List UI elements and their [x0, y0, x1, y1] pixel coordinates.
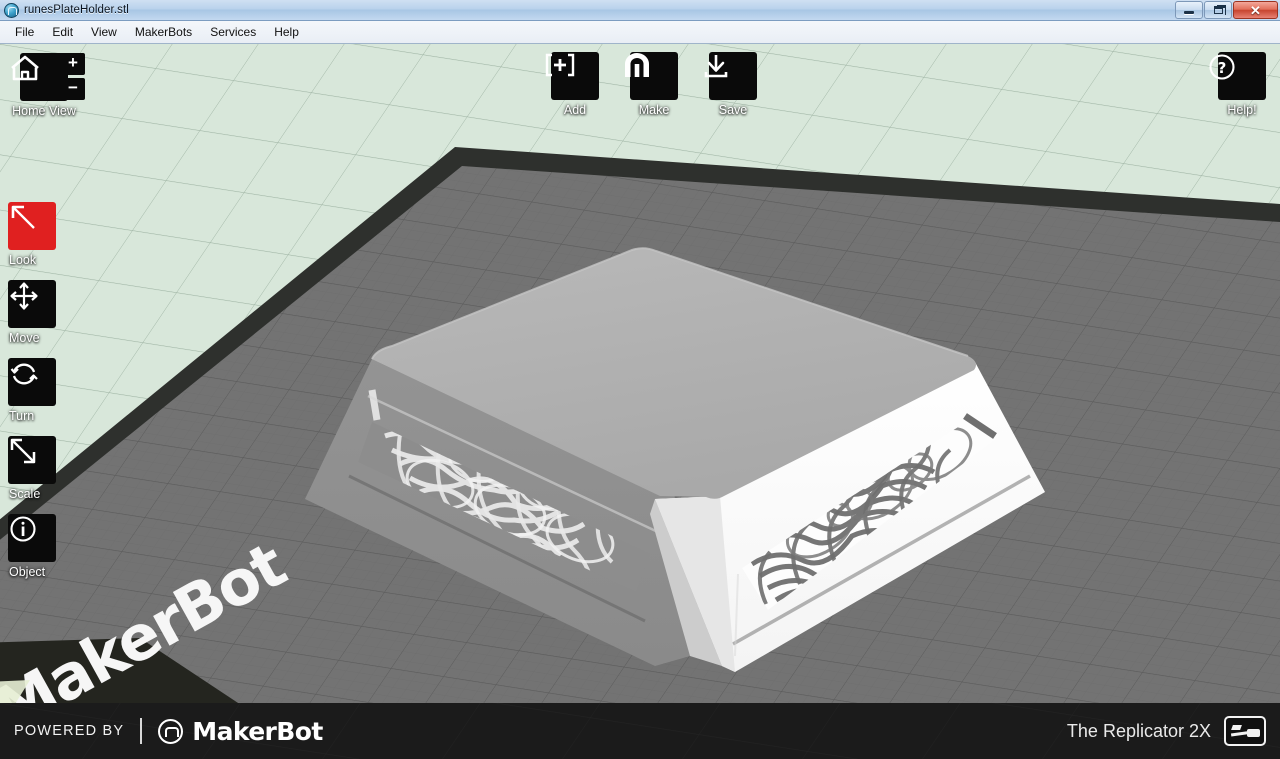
makerbot-circle-logo-icon [4, 2, 19, 18]
zoom-controls: + − [61, 53, 85, 100]
add-button[interactable]: Add [543, 52, 607, 117]
tool-move[interactable]: Move [8, 280, 60, 345]
scene-3d: MakerBot [0, 44, 1280, 703]
title-bar-left: runesPlateHolder.stl [0, 2, 129, 18]
makerbot-circle-m-icon [158, 718, 184, 744]
save-button[interactable]: Save [701, 52, 765, 117]
printer-name-label: The Replicator 2X [1066, 720, 1211, 741]
look-label: Look [9, 253, 37, 267]
turn-label: Turn [9, 409, 35, 423]
add-box[interactable] [545, 52, 599, 100]
divider [140, 718, 143, 744]
close-icon: ✕ [1250, 2, 1261, 18]
help-button[interactable]: ? Help! [1207, 52, 1277, 117]
tool-rail: Look Move Turn Scale Object [8, 202, 60, 592]
home-icon [11, 55, 39, 81]
top-toolbar: Add Make Save [543, 52, 765, 117]
scale-box[interactable] [8, 436, 56, 484]
object-label: Object [9, 565, 46, 579]
status-bar: POWERED BY MakerBot The Replicator 2X [0, 703, 1280, 759]
zoom-in-button[interactable]: + [61, 53, 85, 75]
build-plate-viewport[interactable]: MakerBot Home View + − Add Make Save ? H… [0, 44, 1280, 703]
status-bar-left: POWERED BY MakerBot [14, 717, 323, 746]
question-circle-icon: ? [1209, 54, 1235, 80]
minimize-button[interactable] [1175, 1, 1203, 19]
zoom-out-button[interactable]: − [61, 78, 85, 100]
look-arrow-icon [11, 205, 35, 229]
window-title: runesPlateHolder.stl [24, 4, 129, 16]
restore-icon [1213, 4, 1226, 15]
minimize-icon [1184, 11, 1194, 14]
tool-look[interactable]: Look [8, 202, 60, 267]
makerbot-wordmark: MakerBot [192, 716, 323, 746]
turn-box[interactable] [8, 358, 56, 406]
home-view-label: Home View [12, 104, 76, 118]
menu-item-edit[interactable]: Edit [43, 22, 82, 42]
scale-label: Scale [9, 487, 41, 501]
menu-bar: File Edit View MakerBots Services Help [0, 21, 1280, 44]
tool-object[interactable]: Object [8, 514, 60, 579]
powered-by-label: POWERED BY [14, 723, 125, 739]
tool-scale[interactable]: Scale [8, 436, 60, 501]
make-box[interactable] [625, 52, 678, 100]
save-box[interactable] [704, 52, 757, 100]
object-box[interactable] [8, 514, 56, 562]
menu-item-help[interactable]: Help [265, 22, 308, 42]
add-bracket-plus-icon [545, 53, 575, 77]
help-box[interactable]: ? [1209, 52, 1266, 100]
makerbot-m-icon [625, 53, 649, 77]
make-label: Make [638, 103, 670, 117]
status-bar-right: The Replicator 2X [1067, 716, 1266, 746]
save-download-arrow-icon [704, 55, 728, 78]
look-box[interactable] [8, 202, 56, 250]
scale-diagonal-arrow-icon [10, 438, 36, 464]
save-label: Save [718, 103, 748, 117]
move-cross-arrows-icon [10, 282, 38, 310]
window-controls: ✕ [1175, 1, 1278, 19]
add-label: Add [563, 103, 587, 117]
menu-item-file[interactable]: File [6, 22, 43, 42]
menu-item-makerbots[interactable]: MakerBots [126, 22, 201, 42]
printer-connection-icon[interactable] [1224, 716, 1266, 746]
close-button[interactable]: ✕ [1233, 1, 1278, 19]
svg-text:?: ? [1218, 59, 1227, 77]
tool-turn[interactable]: Turn [8, 358, 60, 423]
move-label: Move [9, 331, 40, 345]
make-button[interactable]: Make [622, 52, 686, 117]
makerware-window: runesPlateHolder.stl ✕ File Edit View Ma… [0, 0, 1280, 759]
title-bar: runesPlateHolder.stl ✕ [0, 0, 1280, 21]
restore-button[interactable] [1204, 1, 1232, 19]
move-box[interactable] [8, 280, 56, 328]
turn-rotate-icon [10, 363, 38, 385]
menu-item-view[interactable]: View [82, 22, 126, 42]
info-circle-icon [10, 516, 36, 542]
makerbot-lockup: MakerBot [158, 716, 323, 746]
menu-item-services[interactable]: Services [201, 22, 265, 42]
help-label: Help! [1227, 103, 1257, 117]
